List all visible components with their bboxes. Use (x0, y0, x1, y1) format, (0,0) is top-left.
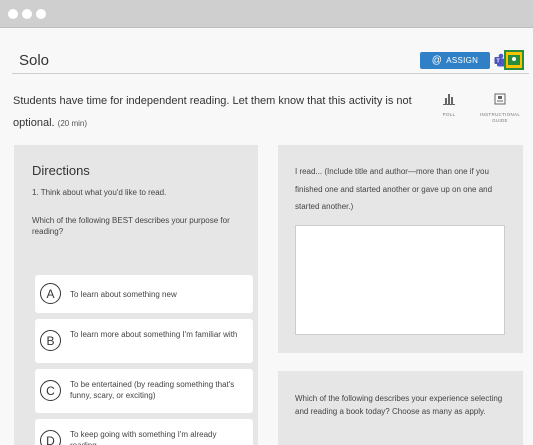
reading-log-textarea[interactable] (295, 225, 505, 335)
directions-question: Which of the following BEST describes yo… (32, 216, 230, 236)
directions-title: Directions (32, 163, 90, 178)
activity-description: Students have time for independent readi… (13, 90, 423, 135)
at-icon: @ (431, 55, 443, 66)
option-text-d: To keep going with something I'm already… (70, 430, 217, 445)
directions-step: 1. Think about what you'd like to read. (32, 188, 167, 197)
google-classroom-icon[interactable] (504, 50, 524, 70)
reading-log-prompt: I read... (Include title and author—more… (295, 167, 493, 211)
option-letter-c: C (40, 380, 61, 401)
option-text-b: To learn more about something I'm famili… (70, 330, 238, 339)
answer-option-a[interactable]: A To learn about something new (35, 275, 253, 313)
poll-label: POLL (442, 112, 456, 117)
window-minimize-button[interactable] (22, 9, 32, 19)
poll-icon (443, 94, 455, 105)
option-text-c: To be entertained (by reading something … (70, 380, 235, 400)
experience-prompt: Which of the following describes your ex… (295, 394, 503, 416)
answer-option-c[interactable]: C To be entertained (by reading somethin… (35, 369, 253, 413)
page-title: Solo (19, 52, 50, 69)
activity-header: Solo @ ASSIGN T (12, 48, 529, 74)
window-close-button[interactable] (8, 9, 18, 19)
option-letter-d: D (40, 430, 61, 445)
window-maximize-button[interactable] (36, 9, 46, 19)
answer-option-d[interactable]: D To keep going with something I'm alrea… (35, 419, 253, 445)
assign-label: ASSIGN (446, 56, 479, 65)
option-letter-b: B (40, 330, 61, 351)
instructional-guide-tool[interactable]: INSTRUCTIONAL GUIDE (480, 92, 520, 124)
assign-button[interactable]: @ ASSIGN (420, 52, 490, 69)
answer-option-b[interactable]: B To learn more about something I'm fami… (35, 319, 253, 363)
reading-log-panel: I read... (Include title and author—more… (278, 145, 523, 353)
activity-page: Solo @ ASSIGN T Students have time for i… (0, 28, 533, 445)
duration-text: (20 min) (57, 119, 87, 128)
guide-icon (494, 93, 506, 105)
option-letter-a: A (40, 283, 61, 304)
guide-label: INSTRUCTIONAL GUIDE (480, 112, 521, 123)
poll-tool[interactable]: POLL (429, 92, 469, 118)
window-titlebar (0, 0, 533, 28)
experience-panel: Which of the following describes your ex… (278, 371, 523, 445)
option-text-a: To learn about something new (70, 290, 177, 299)
directions-panel: Directions 1. Think about what you'd lik… (14, 145, 258, 445)
